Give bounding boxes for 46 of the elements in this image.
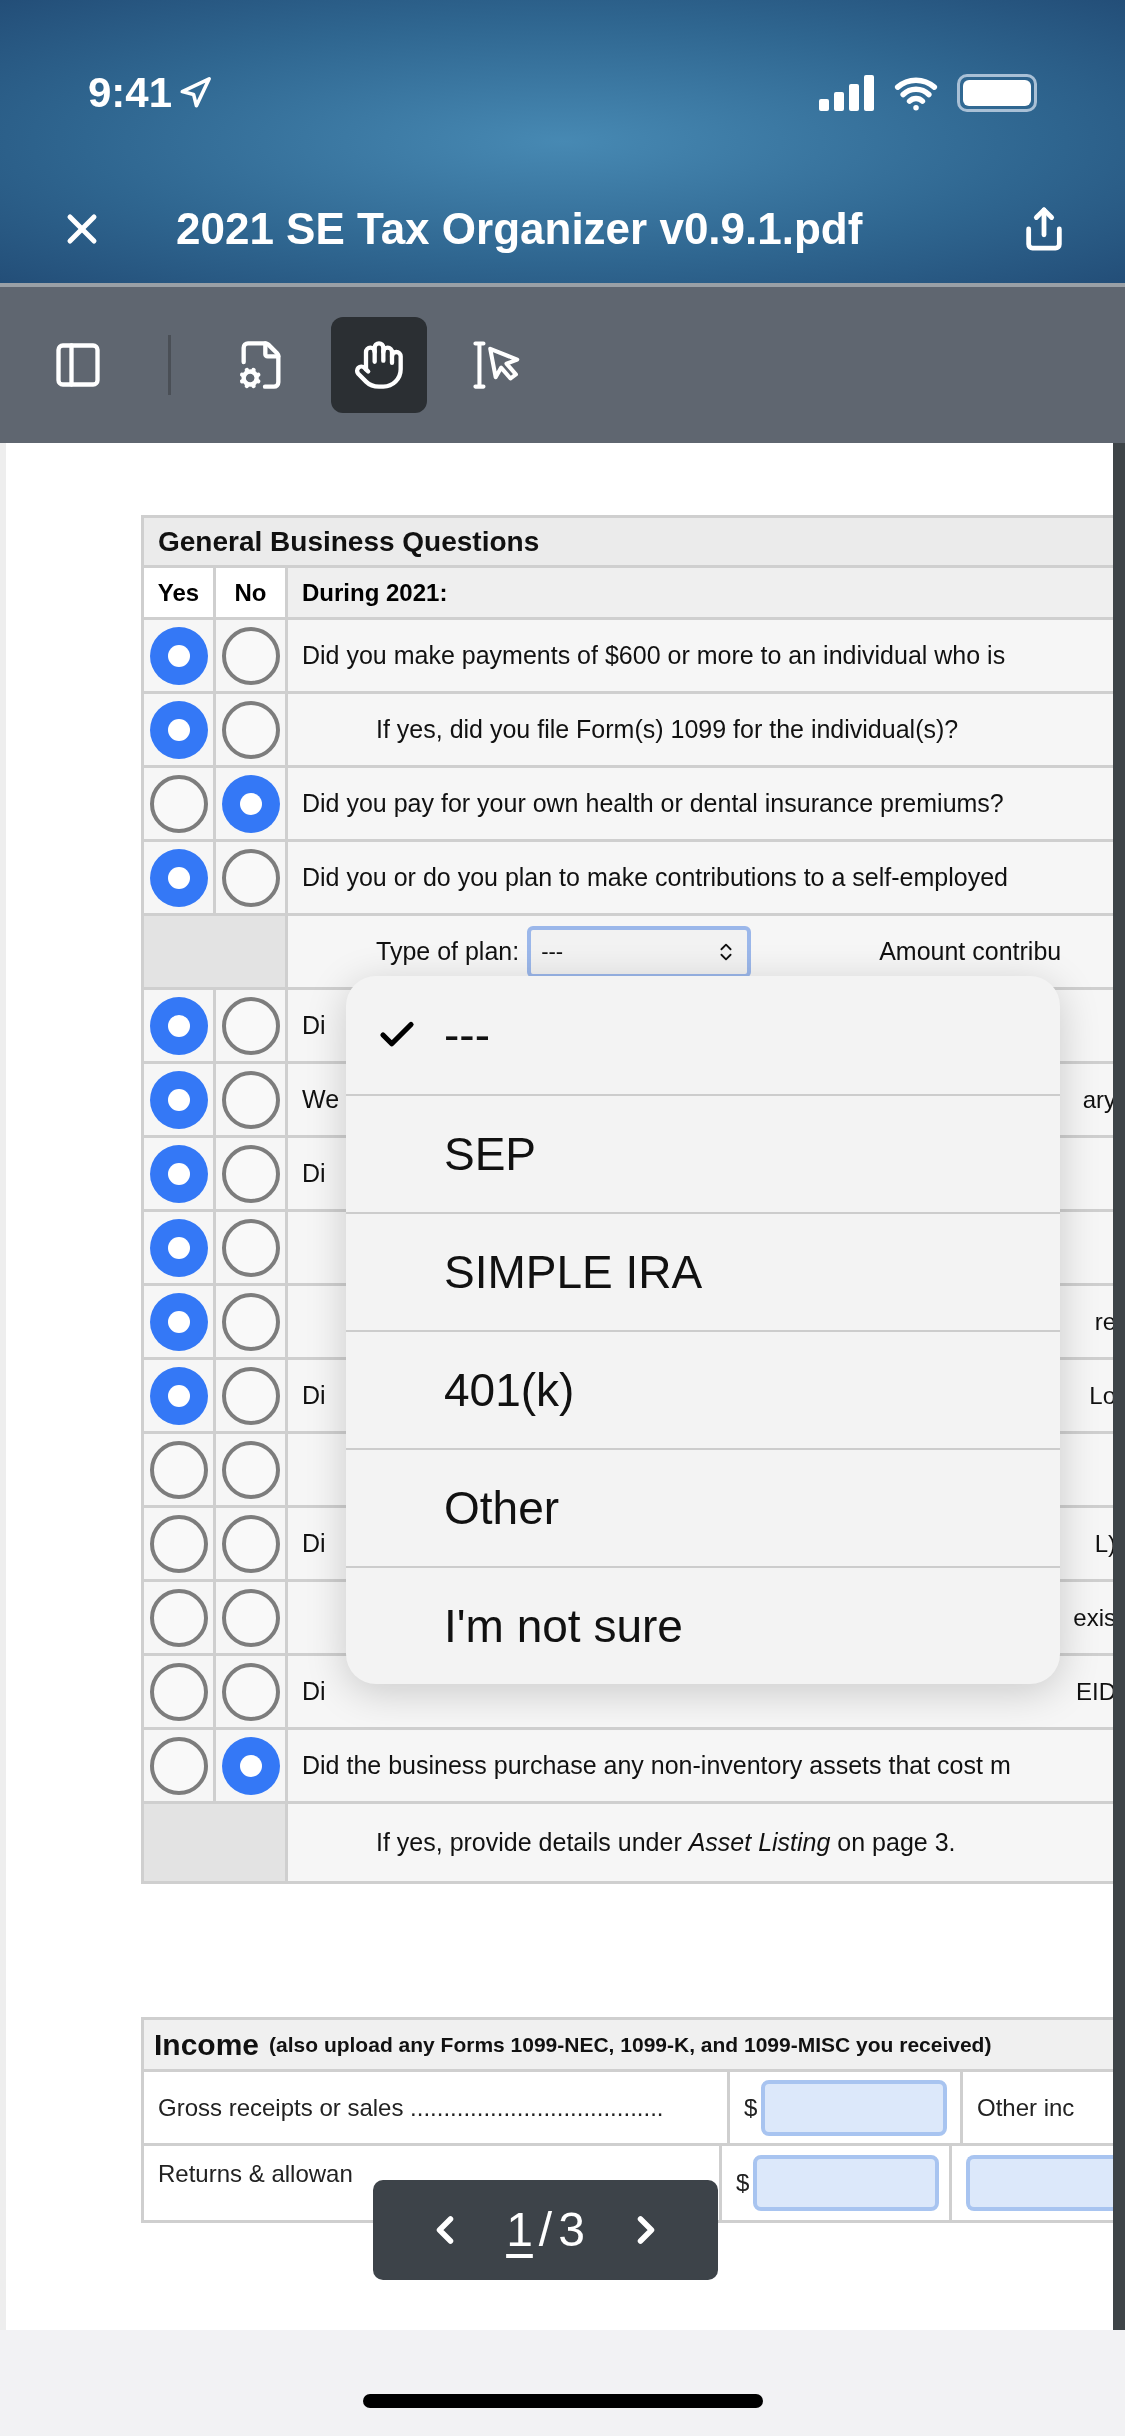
page-separator: / xyxy=(538,2202,553,2258)
question-text: Di xyxy=(302,1379,326,1411)
currency-sign: $ xyxy=(744,2092,758,2123)
document-title: 2021 SE Tax Organizer v0.9.1.pdf xyxy=(176,203,863,255)
question-text: Di xyxy=(302,1527,326,1559)
question-text: Di xyxy=(302,1009,326,1041)
question-text: We xyxy=(302,1083,340,1115)
menu-option[interactable]: 401(k) xyxy=(346,1330,1060,1448)
note-text: If yes, provide details under Asset Listing on page 3. xyxy=(376,1826,956,1858)
field-label: Returns & allowan xyxy=(158,2159,353,2189)
field-label: Gross receipts or sales ...................................... xyxy=(158,2092,664,2123)
status-time: 9:41 xyxy=(88,68,173,118)
column-header: No xyxy=(234,577,267,608)
battery-icon xyxy=(957,73,1037,112)
menu-option[interactable]: SIMPLE IRA xyxy=(346,1212,1060,1330)
question-text: Did you or do you plan to make contributions to a self-employed xyxy=(302,861,1008,893)
menu-option[interactable]: SEP xyxy=(346,1094,1060,1212)
section-subtitle: (also upload any Forms 1099-NEC, 1099-K, and 1099-MISC you received) xyxy=(269,2031,992,2058)
section-title: General Business Questions xyxy=(158,524,540,559)
field-label: Other inc xyxy=(977,2092,1075,2123)
signal-icon xyxy=(819,74,875,111)
question-text: If yes, did you file Form(s) 1099 for the individual(s)? xyxy=(376,713,959,745)
question-text: Did you pay for your own health or dental insurance premiums? xyxy=(302,787,1004,819)
column-header: During 2021: xyxy=(302,577,448,608)
menu-option[interactable]: Other xyxy=(346,1448,1060,1566)
amount-field[interactable] xyxy=(761,2079,948,2136)
section-title: Income xyxy=(154,2027,260,2063)
question-text: Did the business purchase any non-inventory assets that cost m xyxy=(302,1749,1011,1781)
field-label: Amount contribu xyxy=(879,935,1062,967)
current-page[interactable]: 1 xyxy=(506,2194,533,2266)
menu-option[interactable]: I'm not sure xyxy=(346,1566,1060,1684)
question-text: Di xyxy=(302,1157,326,1189)
currency-sign: $ xyxy=(736,2168,750,2198)
amount-field[interactable] xyxy=(966,2155,1116,2211)
question-text: Di xyxy=(302,1675,326,1707)
question-text: Did you make payments of $600 or more to an individual who is xyxy=(302,639,1006,671)
hand-icon xyxy=(353,339,405,391)
scrollbar[interactable] xyxy=(1113,443,1125,2330)
plan-select[interactable]: --- xyxy=(527,925,752,978)
column-header: Yes xyxy=(157,577,200,608)
field-label: Type of plan: xyxy=(376,935,520,967)
page-count: 3 xyxy=(558,2202,585,2258)
menu-option[interactable]: --- xyxy=(346,976,1060,1094)
amount-field[interactable] xyxy=(753,2155,940,2211)
location-arrow-icon xyxy=(178,75,213,110)
toolbar-button[interactable] xyxy=(331,317,427,413)
